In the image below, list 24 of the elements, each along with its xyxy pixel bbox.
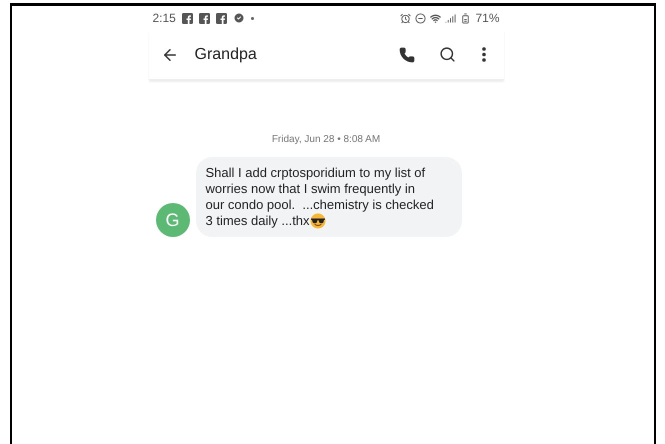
sunglasses-emoji-icon: [310, 213, 326, 229]
check-circle-icon: [232, 12, 245, 24]
message-line: our condo pool. ...chemistry is checked: [206, 197, 434, 213]
message-line: Shall I add crptosporidium to my list of: [206, 165, 426, 181]
dot-icon: [250, 16, 254, 20]
wifi-icon: [430, 12, 442, 24]
signal-icon: [445, 12, 456, 24]
do-not-disturb-icon: [415, 12, 426, 24]
status-time: 2:15: [152, 10, 176, 27]
message-line: 3 times daily ...thx: [206, 213, 310, 229]
search-icon: [438, 46, 456, 63]
alarm-icon: [400, 12, 412, 24]
facebook-icon: [216, 12, 227, 24]
message-date: Friday, Jun 28 • 8:08 AM: [272, 133, 380, 147]
facebook-icon: [182, 12, 193, 24]
phone-icon: [398, 46, 414, 62]
battery-icon: [460, 12, 472, 24]
message-line: worries now that I swim frequently in: [206, 181, 416, 197]
facebook-icon: [198, 12, 210, 24]
contact-name: Grandpa: [194, 44, 258, 64]
contact-avatar: G: [156, 203, 190, 237]
battery-percentage: 71%: [475, 10, 500, 27]
more-options-icon: [482, 47, 486, 62]
call-button[interactable]: [396, 44, 416, 64]
